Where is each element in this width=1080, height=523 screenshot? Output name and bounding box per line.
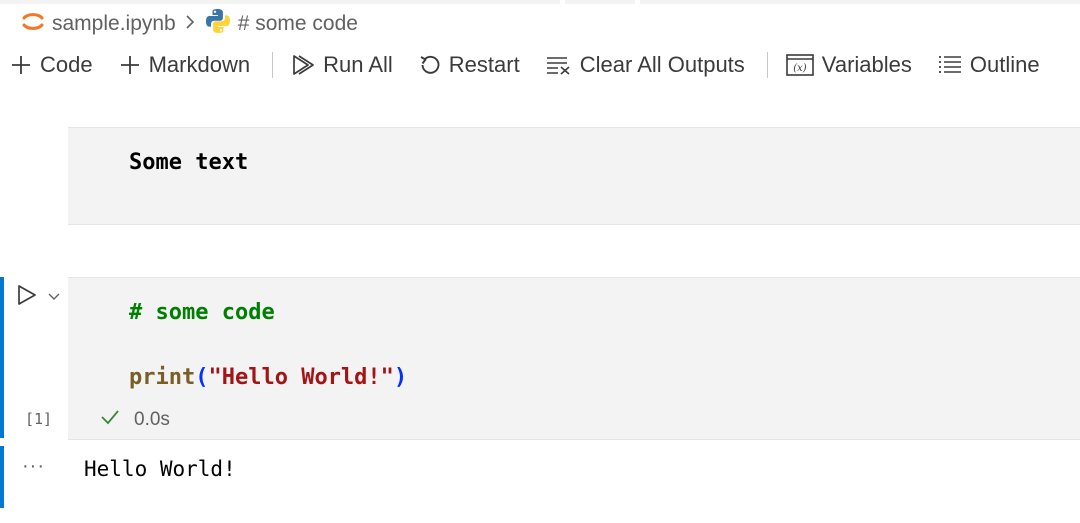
python-icon [204, 7, 232, 41]
breadcrumb-cell[interactable]: # some code [238, 12, 358, 36]
cell-output-text: Hello World! [84, 457, 236, 481]
chevron-down-icon[interactable] [47, 289, 61, 307]
add-markdown-cell-button[interactable]: Markdown [119, 52, 250, 78]
notebook-editor: sample.ipynb # some code Code Markdown R… [0, 0, 1080, 523]
tab-strip-edge [0, 0, 1080, 4]
cell-run-controls [17, 284, 61, 311]
clear-all-outputs-button[interactable]: Clear All Outputs [546, 52, 745, 78]
code-line-comment: # some code [129, 300, 275, 325]
outline-button[interactable]: Outline [938, 52, 1040, 78]
outline-label: Outline [969, 52, 1040, 77]
code-line-print: print("Hello World!") [129, 365, 407, 390]
cell-focus-indicator [0, 277, 4, 438]
check-icon [100, 408, 120, 432]
chevron-right-icon [184, 14, 196, 35]
execution-duration: 0.0s [134, 409, 170, 430]
toolbar-divider [272, 52, 274, 78]
variables-icon: (x) [785, 54, 814, 76]
code-cell[interactable]: # some code print("Hello World!") [68, 277, 1080, 440]
breadcrumb-file[interactable]: sample.ipynb [52, 12, 176, 36]
restart-button[interactable]: Restart [419, 52, 520, 78]
markdown-cell[interactable]: Some text [68, 127, 1080, 225]
variables-button[interactable]: (x) Variables [785, 52, 912, 78]
run-all-label: Run All [323, 52, 393, 77]
run-all-button[interactable]: Run All [291, 52, 393, 78]
output-focus-indicator [0, 446, 4, 508]
restart-icon [419, 54, 441, 76]
outline-icon [938, 54, 962, 76]
add-code-cell-button[interactable]: Code [10, 52, 93, 78]
clear-all-icon [546, 54, 572, 76]
add-code-label: Code [40, 52, 93, 77]
code-paren-close: ) [393, 365, 408, 390]
markdown-cell-text: Some text [129, 150, 249, 175]
restart-label: Restart [448, 52, 520, 77]
notebook-toolbar: Code Markdown Run All Restart Clear All [10, 48, 1066, 82]
variables-label: Variables [821, 52, 912, 77]
plus-icon [10, 54, 32, 76]
execution-count: [1] [25, 410, 53, 428]
toolbar-divider [766, 52, 768, 78]
code-paren-open: ( [195, 365, 209, 390]
breadcrumb: sample.ipynb # some code [20, 7, 358, 41]
run-all-icon [291, 54, 315, 76]
plus-icon [119, 54, 141, 76]
add-markdown-label: Markdown [148, 52, 251, 77]
clear-all-outputs-label: Clear All Outputs [579, 52, 745, 77]
output-more-icon[interactable]: ··· [22, 455, 45, 478]
svg-text:(x): (x) [793, 63, 807, 74]
code-func: print [129, 365, 196, 390]
execution-status: 0.0s [100, 408, 170, 432]
code-string: "Hello World!" [208, 365, 394, 390]
jupyter-icon [20, 8, 46, 40]
run-cell-icon[interactable] [17, 284, 37, 311]
